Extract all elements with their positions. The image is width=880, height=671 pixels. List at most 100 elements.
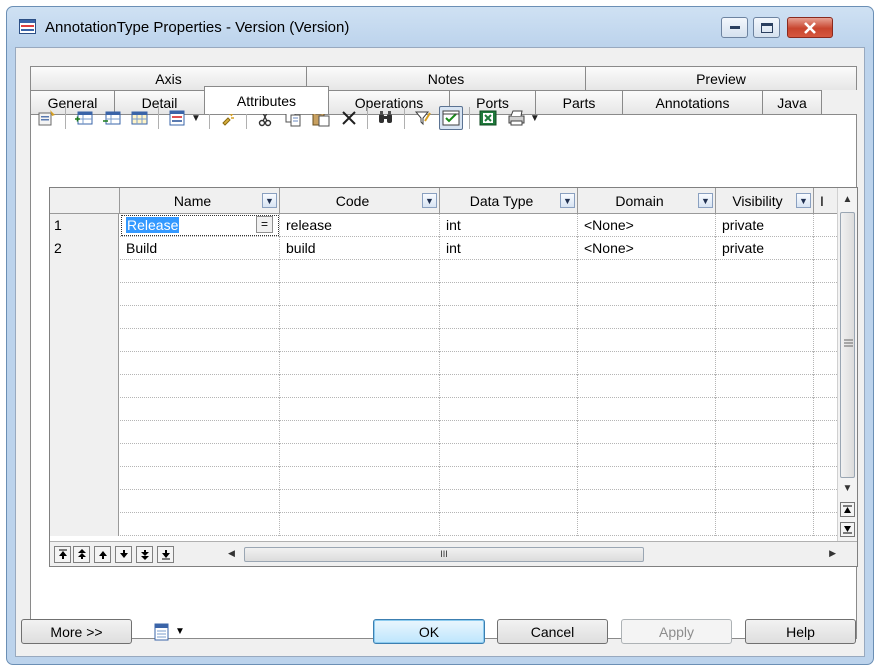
minimize-button[interactable] [721,17,748,38]
table-cell[interactable] [280,467,440,490]
horizontal-scroll-thumb[interactable]: III [244,547,644,562]
table-cell[interactable] [280,513,440,536]
table-cell[interactable]: Release = [120,214,280,237]
move-up-button[interactable] [94,546,111,563]
attributes-grid[interactable]: Name ▼ Code ▼ Data Type ▼ Domain ▼ Visib… [49,187,858,567]
add-attribute-icon[interactable] [128,106,152,130]
apply-button[interactable]: Apply [621,619,732,644]
table-cell[interactable] [120,513,280,536]
table-row[interactable] [50,444,857,467]
row-number[interactable] [50,352,119,375]
table-cell[interactable] [578,490,716,513]
excel-export-icon[interactable] [476,106,500,130]
move-down-button[interactable] [115,546,132,563]
table-cell[interactable] [440,444,578,467]
table-cell[interactable] [440,260,578,283]
table-cell[interactable] [578,306,716,329]
tab-java[interactable]: Java [762,90,822,114]
table-cell[interactable] [280,283,440,306]
row-number[interactable] [50,306,119,329]
title-bar[interactable]: AnnotationType Properties - Version (Ver… [7,7,873,47]
table-cell[interactable] [120,375,280,398]
table-cell[interactable] [120,467,280,490]
row-number[interactable] [50,421,119,444]
print-icon[interactable] [504,106,528,130]
scroll-up-icon[interactable]: ▲ [840,192,855,207]
tab-parts[interactable]: Parts [535,90,623,114]
table-cell[interactable] [716,513,814,536]
row-number[interactable] [50,375,119,398]
row-number[interactable] [50,444,119,467]
row-number[interactable] [50,513,119,536]
chevron-down-icon[interactable]: ▼ [560,193,575,208]
table-cell[interactable] [120,283,280,306]
row-number[interactable] [50,260,119,283]
table-cell[interactable] [716,352,814,375]
table-cell[interactable] [578,352,716,375]
table-cell[interactable] [578,398,716,421]
scroll-page-up-button[interactable] [840,502,855,517]
maximize-button[interactable] [753,17,780,38]
table-cell[interactable] [280,490,440,513]
table-cell[interactable] [120,421,280,444]
grid-corner[interactable] [50,188,120,214]
table-cell[interactable] [440,490,578,513]
table-cell[interactable] [440,467,578,490]
table-cell[interactable] [716,398,814,421]
table-cell[interactable] [578,375,716,398]
row-number[interactable]: 2 [50,237,119,260]
row-number[interactable] [50,490,119,513]
table-cell[interactable]: private [716,214,814,237]
table-cell[interactable] [440,398,578,421]
table-cell[interactable] [440,375,578,398]
tab-notes[interactable]: Notes [306,66,586,90]
table-cell[interactable] [280,375,440,398]
table-cell[interactable] [280,444,440,467]
delete-icon[interactable] [337,106,361,130]
table-row[interactable] [50,467,857,490]
table-row[interactable] [50,329,857,352]
table-cell[interactable] [716,306,814,329]
table-cell[interactable] [440,513,578,536]
table-cell[interactable] [280,352,440,375]
column-header-name[interactable]: Name ▼ [120,188,280,214]
object-menu-button[interactable]: ▼ [153,619,185,644]
table-cell[interactable] [280,329,440,352]
scroll-page-down-button[interactable] [840,522,855,537]
scroll-left-icon[interactable]: ◀ [228,548,235,559]
table-cell[interactable]: Build [120,237,280,260]
table-row[interactable] [50,283,857,306]
table-cell[interactable] [716,260,814,283]
table-cell[interactable] [716,283,814,306]
vertical-scroll-thumb[interactable] [840,212,855,478]
table-cell[interactable] [440,306,578,329]
table-row[interactable] [50,352,857,375]
table-cell[interactable] [440,352,578,375]
customize-columns-icon[interactable] [165,106,189,130]
table-cell[interactable] [280,306,440,329]
move-to-top-button[interactable] [54,546,71,563]
column-header-domain[interactable]: Domain ▼ [578,188,716,214]
table-cell[interactable]: <None> [578,237,716,260]
close-button[interactable] [787,17,833,38]
move-page-up-button[interactable] [73,546,90,563]
table-cell[interactable] [120,260,280,283]
table-row[interactable]: 2 Build build int <None> private [50,237,857,260]
scroll-right-icon[interactable]: ▶ [829,548,836,559]
table-cell[interactable]: <None> [578,214,716,237]
table-row[interactable] [50,375,857,398]
properties-icon[interactable] [35,106,59,130]
ok-button[interactable]: OK [373,619,485,644]
column-header-visibility[interactable]: Visibility ▼ [716,188,814,214]
move-page-down-button[interactable] [136,546,153,563]
filter-funnel-icon[interactable] [411,106,435,130]
row-number[interactable] [50,283,119,306]
vertical-scrollbar[interactable]: ▲ ▼ [837,188,857,541]
table-cell[interactable] [716,444,814,467]
table-cell[interactable] [578,329,716,352]
table-row[interactable] [50,421,857,444]
table-cell[interactable]: int [440,214,578,237]
table-row[interactable] [50,513,857,536]
column-header-data-type[interactable]: Data Type ▼ [440,188,578,214]
table-cell[interactable]: build [280,237,440,260]
